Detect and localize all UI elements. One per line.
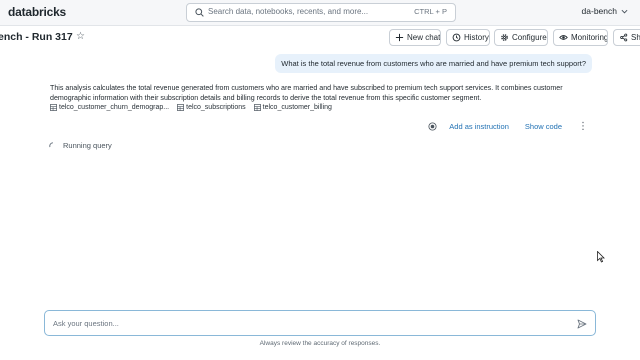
page-header: ench - Run 317 ☆ New chat History Config… (0, 26, 640, 50)
chevron-down-icon (621, 9, 628, 13)
referenced-tables: telco_customer_churn_demograp... telco_s… (50, 104, 332, 111)
more-options-icon[interactable]: ⋮ (578, 121, 588, 131)
configure-button[interactable]: Configure (494, 29, 548, 46)
disclaimer-text: Always review the accuracy of responses. (259, 340, 381, 347)
table-name: telco_customer_billing (262, 104, 332, 111)
show-code-button[interactable]: Show code (525, 122, 562, 131)
share-button[interactable]: Sha (613, 29, 640, 46)
share-label: Sha (631, 33, 640, 42)
query-status: Running query (49, 141, 112, 150)
monitoring-label: Monitoring (571, 33, 608, 42)
status-text: Running query (63, 141, 112, 150)
spinner-icon (49, 141, 54, 147)
new-chat-label: New chat (407, 33, 441, 42)
star-icon[interactable]: ☆ (76, 31, 85, 42)
user-message: What is the total revenue from customers… (275, 54, 592, 73)
table-icon (50, 104, 57, 111)
assistant-explanation: This analysis calculates the total reven… (50, 84, 563, 102)
top-bar: databricks Search data, notebooks, recen… (0, 0, 640, 26)
mouse-cursor-icon (597, 251, 605, 263)
table-name: telco_subscriptions (186, 104, 246, 111)
table-icon (253, 104, 261, 111)
share-icon (620, 33, 628, 42)
question-input[interactable] (53, 317, 553, 330)
search-icon (195, 8, 204, 17)
add-as-instruction-button[interactable]: Add as instruction (449, 122, 509, 131)
monitoring-button[interactable]: Monitoring (553, 29, 608, 46)
search-placeholder: Search data, notebooks, recents, and mor… (208, 7, 369, 16)
global-search[interactable]: Search data, notebooks, recents, and mor… (186, 3, 456, 22)
question-composer (44, 310, 596, 336)
history-label: History (464, 33, 489, 42)
answer-actions: Add as instruction Show code ⋮ (428, 121, 588, 131)
table-chip[interactable]: telco_customer_churn_demograp... (50, 104, 169, 111)
eye-icon (559, 35, 568, 40)
user-name: da-bench (581, 6, 617, 16)
table-chip[interactable]: telco_customer_billing (253, 104, 332, 111)
new-chat-button[interactable]: New chat (389, 29, 441, 46)
user-menu[interactable]: da-bench (582, 6, 628, 16)
search-shortcut: CTRL + P (414, 7, 447, 16)
page-title: ench - Run 317 (0, 31, 73, 43)
table-icon (177, 104, 185, 111)
databricks-logo[interactable]: databricks (8, 5, 66, 19)
table-name: telco_customer_churn_demograp... (59, 104, 170, 111)
gear-icon (501, 34, 508, 41)
send-icon[interactable] (577, 319, 587, 329)
table-chip[interactable]: telco_subscriptions (177, 104, 246, 111)
plus-icon (395, 33, 404, 42)
history-button[interactable]: History (446, 29, 490, 46)
configure-label: Configure (512, 33, 547, 42)
history-icon (452, 33, 461, 42)
record-icon[interactable] (428, 122, 437, 131)
